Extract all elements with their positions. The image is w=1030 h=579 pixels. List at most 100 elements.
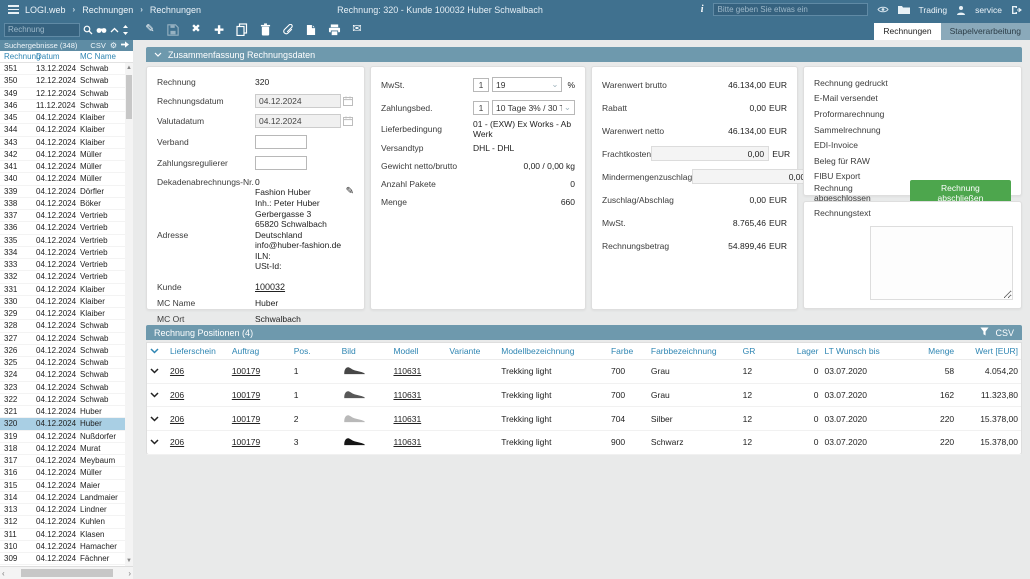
edit-icon[interactable]: ✎ <box>143 23 157 37</box>
list-item[interactable]: 32404.12.2024Schwab <box>0 369 125 381</box>
calendar-icon[interactable] <box>343 116 353 126</box>
expand-panel-icon[interactable] <box>121 41 129 50</box>
column-header[interactable]: Lager <box>780 346 822 356</box>
list-item[interactable]: 32904.12.2024Klaiber <box>0 308 125 320</box>
column-header[interactable]: Farbe <box>608 346 648 356</box>
list-item[interactable]: 32504.12.2024Schwab <box>0 357 125 369</box>
info-icon[interactable]: i <box>701 4 704 15</box>
position-row[interactable]: 2061001791110631Trekking light700Grau120… <box>147 384 1021 408</box>
copy-icon[interactable] <box>235 23 249 37</box>
auftrag-link[interactable]: 100179 <box>232 390 260 400</box>
column-header[interactable]: Auftrag <box>229 346 291 356</box>
expand-row-icon[interactable] <box>147 366 167 376</box>
list-item[interactable]: 31304.12.2024Lindner <box>0 504 125 516</box>
app-title[interactable]: LOGI.web <box>25 5 66 15</box>
list-item[interactable]: 33904.12.2024Dörfler <box>0 186 125 198</box>
binoculars-icon[interactable] <box>96 25 107 34</box>
edit-address-icon[interactable]: ✎ <box>346 187 354 198</box>
attachment-icon[interactable] <box>281 23 295 37</box>
list-item[interactable]: 31404.12.2024Landmaier <box>0 492 125 504</box>
zahlungsbed-select[interactable]: 10 Tage 3% / 30 Tage net ⌄ <box>492 100 575 115</box>
scrollbar-thumb[interactable] <box>126 75 132 119</box>
list-item[interactable]: 32004.12.2024Huber <box>0 418 125 430</box>
list-item[interactable]: 33104.12.2024Klaiber <box>0 284 125 296</box>
calendar-icon[interactable] <box>343 96 353 106</box>
list-item[interactable]: 34912.12.2024Schwab <box>0 88 125 100</box>
list-item[interactable]: 34404.12.2024Klaiber <box>0 124 125 136</box>
breadcrumb-item[interactable]: Rechnungen <box>150 5 201 15</box>
logout-icon[interactable] <box>1011 5 1022 15</box>
modell-link[interactable]: 110631 <box>393 437 421 447</box>
list-item[interactable]: 33704.12.2024Vertrieb <box>0 210 125 222</box>
list-item[interactable]: 33804.12.2024Böker <box>0 198 125 210</box>
search-input[interactable] <box>4 23 80 37</box>
user-menu[interactable]: service <box>975 5 1002 15</box>
column-header[interactable]: Bild <box>339 346 391 356</box>
list-item[interactable]: 32604.12.2024Schwab <box>0 345 125 357</box>
menu-icon[interactable] <box>8 5 19 14</box>
list-item[interactable]: 34004.12.2024Müller <box>0 173 125 185</box>
eye-icon[interactable] <box>877 5 889 14</box>
column-header[interactable]: Modellbezeichnung <box>498 346 608 356</box>
global-search-input[interactable] <box>713 3 868 16</box>
list-item[interactable]: 33604.12.2024Vertrieb <box>0 222 125 234</box>
scroll-down-icon[interactable]: ▼ <box>125 556 133 566</box>
column-header[interactable]: MC Name <box>80 52 133 61</box>
column-header[interactable]: Modell <box>390 346 446 356</box>
list-item[interactable]: 31904.12.2024Nußdorfer <box>0 431 125 443</box>
list-item[interactable]: 31504.12.2024Maier <box>0 480 125 492</box>
horizontal-scrollbar[interactable]: ‹ › <box>0 566 133 579</box>
position-row[interactable]: 2061001791110631Trekking light700Grau120… <box>147 360 1021 384</box>
list-item[interactable]: 32704.12.2024Schwab <box>0 333 125 345</box>
list-item[interactable]: 34104.12.2024Müller <box>0 161 125 173</box>
list-item[interactable]: 32104.12.2024Huber <box>0 406 125 418</box>
gear-icon[interactable]: ⚙ <box>110 41 117 50</box>
list-item[interactable]: 33204.12.2024Vertrieb <box>0 271 125 283</box>
modell-link[interactable]: 110631 <box>393 414 421 424</box>
modell-link[interactable]: 110631 <box>393 366 421 376</box>
scrollbar-thumb[interactable] <box>21 569 113 577</box>
close-icon[interactable]: ✖ <box>189 23 203 37</box>
auftrag-link[interactable]: 100179 <box>232 366 260 376</box>
verband-input[interactable] <box>255 135 307 149</box>
filter-icon[interactable] <box>980 327 989 338</box>
lieferschein-link[interactable]: 206 <box>170 414 184 424</box>
list-item[interactable]: 31104.12.2024Klasen <box>0 529 125 541</box>
column-header[interactable]: Farbbezeichnung <box>648 346 740 356</box>
summary-section-header[interactable]: Zusammenfassung Rechnungsdaten <box>146 47 1022 62</box>
document-icon[interactable] <box>304 23 318 37</box>
list-item[interactable]: 32304.12.2024Schwab <box>0 382 125 394</box>
list-item[interactable]: 32804.12.2024Schwab <box>0 320 125 332</box>
collapse-search-icon[interactable] <box>110 27 119 33</box>
list-item[interactable]: 34504.12.2024Klaiber <box>0 112 125 124</box>
mindermengenzuschlag-input[interactable] <box>692 169 810 184</box>
add-icon[interactable]: ✚ <box>212 23 226 37</box>
list-item[interactable]: 34611.12.2024Schwab <box>0 100 125 112</box>
column-header[interactable]: Lieferschein <box>167 346 229 356</box>
expand-row-icon[interactable] <box>147 414 167 424</box>
list-item[interactable]: 31804.12.2024Murat <box>0 443 125 455</box>
list-item[interactable]: 35113.12.2024Schwab <box>0 63 125 75</box>
vertical-scrollbar[interactable]: ▲ ▼ <box>125 63 133 566</box>
zahlungsregulierer-input[interactable] <box>255 156 307 170</box>
breadcrumb-item[interactable]: Rechnungen <box>82 5 133 15</box>
tab-stapelverarbeitung[interactable]: Stapelverarbeitung <box>941 23 1030 40</box>
list-item[interactable]: 30904.12.2024Fächner <box>0 553 125 565</box>
modell-link[interactable]: 110631 <box>393 390 421 400</box>
list-item[interactable]: 34204.12.2024Müller <box>0 149 125 161</box>
column-header[interactable]: Wert [EUR] <box>957 346 1021 356</box>
position-row[interactable]: 2061001792110631Trekking light704Silber1… <box>147 407 1021 431</box>
print-icon[interactable] <box>327 23 341 37</box>
list-item[interactable]: 35012.12.2024Schwab <box>0 75 125 87</box>
column-header[interactable]: Variante <box>446 346 498 356</box>
search-icon[interactable] <box>83 25 93 35</box>
valutadatum-input[interactable] <box>255 114 341 128</box>
list-item[interactable]: 31704.12.2024Meybaum <box>0 455 125 467</box>
list-item[interactable]: 31604.12.2024Müller <box>0 467 125 479</box>
lieferschein-link[interactable]: 206 <box>170 437 184 447</box>
list-item[interactable]: 33504.12.2024Vertrieb <box>0 235 125 247</box>
list-item[interactable]: 33404.12.2024Vertrieb <box>0 247 125 259</box>
expand-row-icon[interactable] <box>147 437 167 447</box>
scroll-left-icon[interactable]: ‹ <box>2 569 5 578</box>
column-header[interactable]: Datum <box>36 52 80 61</box>
